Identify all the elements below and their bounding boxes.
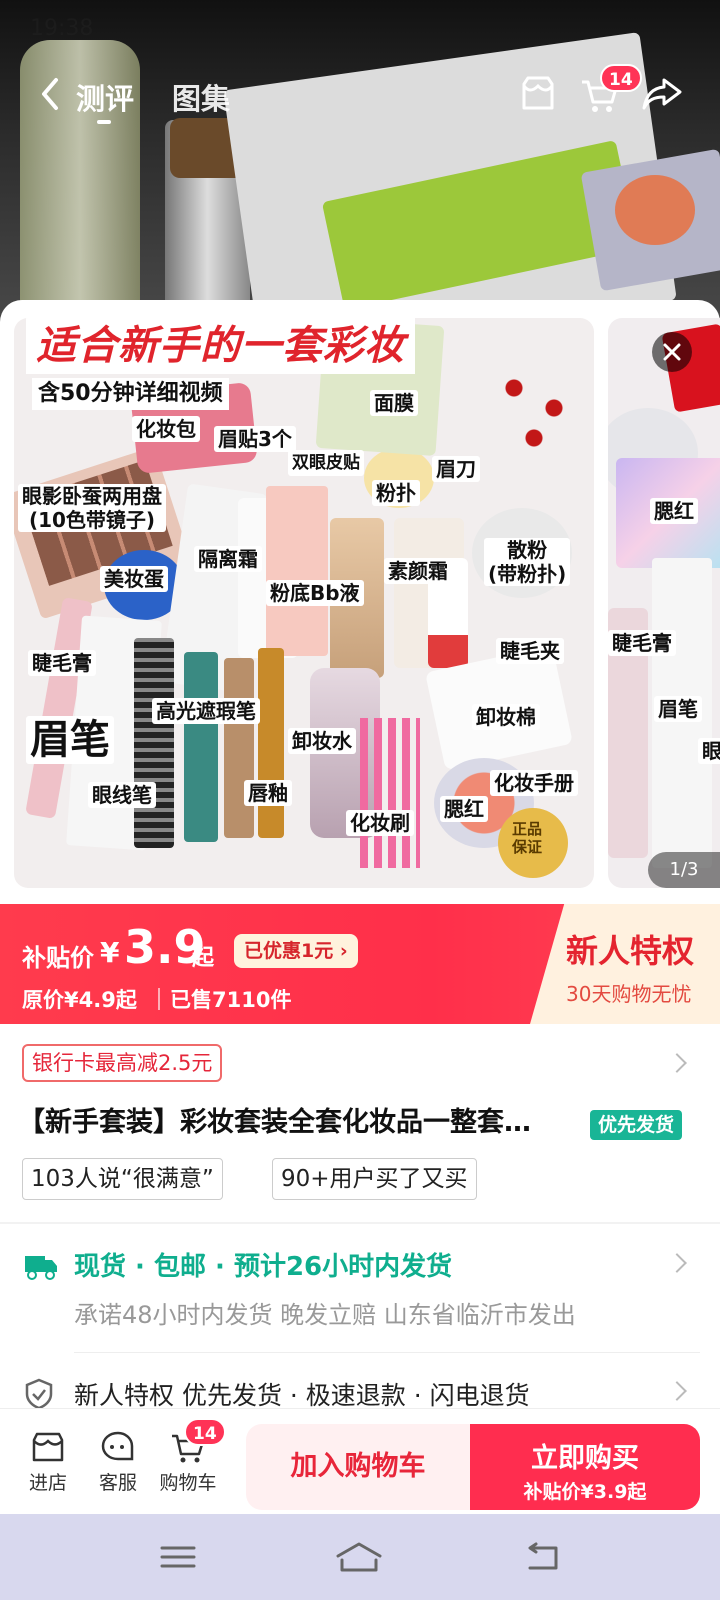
privilege-title: 新人特权 (566, 932, 695, 970)
label-eyeshadow: 眼影卧蚕两用盘 (10色带镜子) (18, 484, 166, 532)
label-eyeliner: 眼线笔 (88, 782, 156, 808)
lip-glaze-image (258, 648, 284, 838)
tab-gallery[interactable]: 图集 (172, 76, 230, 118)
home-icon[interactable] (334, 1540, 384, 1574)
privilege-subtitle: 30天购物无忧 (566, 982, 692, 1006)
store-label: 进店 (28, 1472, 67, 1494)
label-eyebrow-sticker: 眉贴3个 (214, 426, 296, 452)
label-double-eyelid: 双眼皮贴 (288, 450, 364, 476)
label-mascara: 睫毛膏 (608, 630, 676, 656)
hero-blush-image (615, 175, 695, 245)
label-puff: 粉扑 (372, 480, 420, 506)
priority-shipping-tag: 优先发货 (590, 1110, 683, 1140)
top-navigation: 测评 图集 14 (0, 64, 720, 124)
label-manual: 化妆手册 (490, 770, 578, 796)
price-suffix: 起 (192, 946, 215, 971)
label-powder: 散粉 (带粉扑) (484, 538, 571, 586)
label-primer: 隔离霜 (194, 546, 262, 572)
cart-count-badge: 14 (600, 64, 642, 92)
cart-count-badge: 14 (184, 1418, 226, 1446)
service-label: 客服 (98, 1472, 137, 1494)
chevron-right-icon[interactable] (667, 1053, 687, 1073)
gallery-slide[interactable]: 适合新手的一套彩妆 含50分钟详细视频 化妆包 面膜 眉贴3个 双眼皮贴 眉刀 … (14, 318, 594, 888)
close-icon[interactable] (652, 332, 692, 372)
cart-label: 购物车 (159, 1472, 217, 1494)
berries-image (484, 358, 584, 458)
status-time: 19:38 (30, 16, 94, 41)
concealer-image (224, 658, 254, 838)
chevron-right-icon[interactable] (667, 1381, 687, 1401)
discount-tag[interactable]: 已优惠1元 › (234, 934, 358, 968)
foundation-box-image (266, 486, 328, 656)
label-razor: 眉刀 (432, 456, 480, 482)
customer-service-button[interactable]: 客服 (88, 1430, 148, 1495)
label-curler: 睫毛夹 (496, 638, 564, 664)
review-tag-satisfied[interactable]: 103人说“很满意” (22, 1158, 223, 1200)
store-icon[interactable] (516, 72, 560, 116)
label-brow-pencil: 眉笔 (26, 716, 114, 764)
shield-check-icon (25, 1378, 53, 1410)
store-icon (32, 1432, 64, 1462)
label-eye: 眼 (698, 738, 720, 764)
subsidy-price-label: 补贴价 (22, 944, 94, 972)
truck-icon (25, 1256, 57, 1280)
product-detail-page: 19:38 测评 图集 14 适合新手的一套彩妆 含50分钟详细视频 化妆包 面… (0, 0, 720, 1600)
label-blush: 腮红 (650, 498, 698, 524)
guarantee-seal-text: 正品 保证 (512, 820, 543, 856)
label-remover: 卸妆水 (288, 728, 356, 754)
chevron-right-icon[interactable] (667, 1253, 687, 1273)
label-mascara: 睫毛膏 (28, 650, 96, 676)
label-blush: 腮红 (440, 796, 488, 822)
system-navigation-bar (0, 1514, 720, 1600)
label-bag: 化妆包 (132, 416, 200, 442)
bank-card-coupon[interactable]: 银行卡最高减2.5元 (22, 1044, 223, 1082)
eyeliner-image (134, 638, 174, 848)
slide-subtitle: 含50分钟详细视频 (32, 378, 229, 410)
price-separator (158, 988, 160, 1010)
service-guarantees[interactable]: 新人特权 优先发货 · 极速退款 · 闪电退货 (74, 1376, 530, 1412)
label-highlighter: 高光遮瑕笔 (152, 698, 260, 724)
original-price: 原价¥4.9起 (22, 988, 137, 1012)
active-tab-indicator (97, 120, 111, 124)
product-title: 【新手套装】彩妆套装全套化妆品一整套… (18, 1107, 531, 1138)
chat-icon (101, 1431, 134, 1461)
label-brush: 化妆刷 (346, 810, 414, 836)
label-brow: 眉笔 (654, 696, 702, 722)
label-foundation: 粉底Bb液 (266, 580, 364, 606)
menu-icon[interactable] (158, 1540, 198, 1574)
share-icon[interactable] (640, 72, 684, 116)
buy-now-price: 补贴价¥3.9起 (523, 1481, 647, 1503)
sold-count: 已售7110件 (170, 988, 292, 1012)
slide-title: 适合新手的一套彩妆 (26, 318, 415, 374)
label-lip-glaze: 唇釉 (244, 780, 292, 806)
label-sponge: 美妆蛋 (100, 566, 168, 592)
add-to-cart-button[interactable]: 加入购物车 (246, 1424, 470, 1510)
tab-review[interactable]: 测评 (76, 76, 134, 118)
label-mask: 面膜 (370, 390, 418, 416)
buy-now-label: 立即购买 (531, 1443, 639, 1474)
section-divider (74, 1352, 700, 1353)
label-cotton: 卸妆棉 (472, 704, 540, 730)
shipping-summary[interactable]: 现货 · 包邮 · 预计26小时内发货 (74, 1246, 452, 1283)
buy-now-button[interactable]: 立即购买 补贴价¥3.9起 (470, 1424, 700, 1510)
price-currency: ¥ (100, 936, 120, 969)
gallery-slide-next[interactable]: 腮红 睫毛膏 眉笔 眼 (608, 318, 720, 888)
review-tag-repurchase[interactable]: 90+用户买了又买 (272, 1158, 477, 1200)
label-tone-up: 素颜霜 (384, 558, 452, 584)
gallery-page-indicator: 1/3 (648, 852, 720, 888)
back-arrow-icon[interactable] (36, 76, 66, 112)
shipping-promise: 承诺48小时内发货 晚发立赔 山东省临沂市发出 (74, 1301, 576, 1329)
highlighter-pen-image (184, 652, 218, 842)
hero-photo (0, 0, 720, 330)
back-icon[interactable] (522, 1540, 562, 1574)
brushes-image (360, 718, 420, 868)
section-divider (0, 1222, 720, 1224)
store-button[interactable]: 进店 (18, 1430, 78, 1495)
